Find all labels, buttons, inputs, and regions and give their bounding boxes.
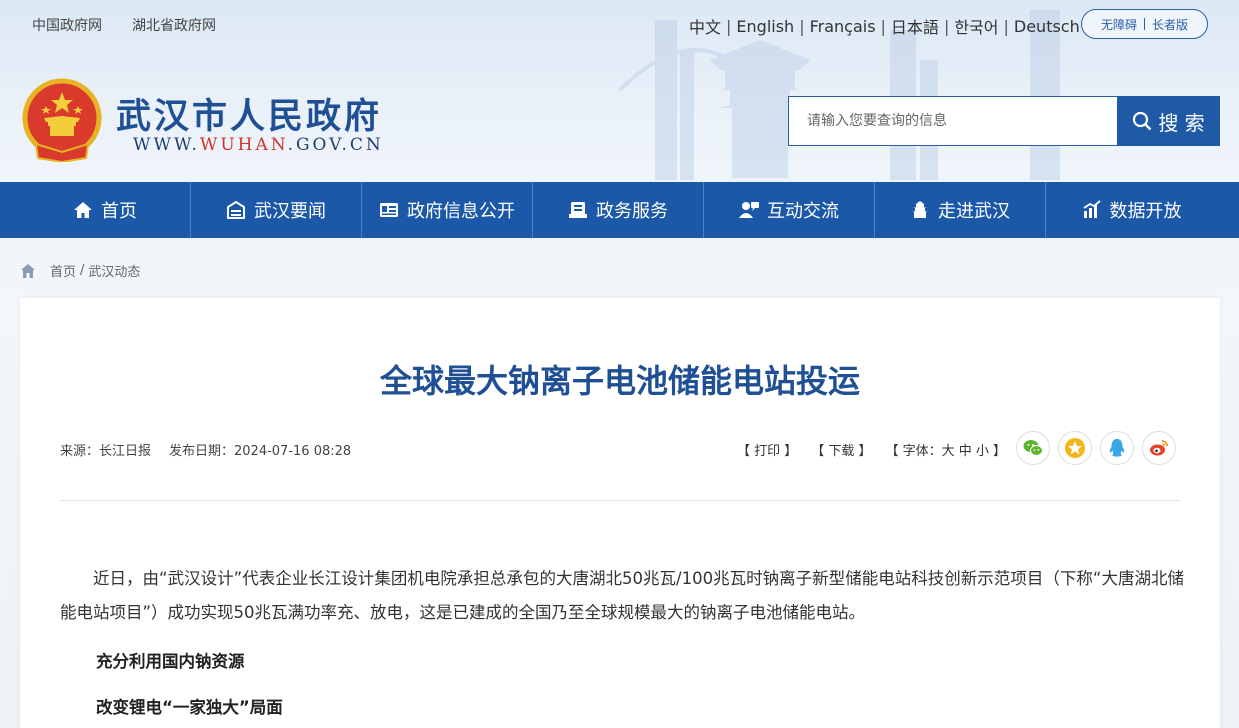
nav-open-data[interactable]: 数据开放 bbox=[1046, 182, 1217, 238]
search-button-label: 搜 索 bbox=[1158, 110, 1205, 135]
site-url: WWW.WUHAN.GOV.CN bbox=[133, 135, 384, 155]
qq-icon bbox=[1109, 439, 1125, 457]
nav-services[interactable]: 政务服务 bbox=[533, 182, 704, 238]
top-links: 中国政府网 湖北省政府网 bbox=[32, 15, 216, 35]
article-tools: 【 打印 】 【 下载 】 【 字体：大 中 小 】 bbox=[737, 440, 1006, 459]
article-subheading: 充分利用国内钠资源 bbox=[96, 652, 245, 671]
nav-news-label: 武汉要闻 bbox=[254, 201, 326, 222]
barrier-free-link[interactable]: 无障碍 bbox=[1101, 16, 1137, 33]
wechat-icon bbox=[1023, 440, 1043, 456]
lang-fr[interactable]: Français bbox=[810, 17, 876, 36]
weibo-icon bbox=[1150, 440, 1168, 456]
nav-about-wuhan[interactable]: 走进武汉 bbox=[875, 182, 1046, 238]
article-subheading: 改变锂电“一家独大”局面 bbox=[96, 698, 283, 717]
search-input[interactable] bbox=[788, 96, 1118, 146]
lang-de[interactable]: Deutsch bbox=[1014, 17, 1080, 36]
search-icon bbox=[1133, 111, 1152, 131]
font-size-control[interactable]: 【 字体：大 中 小 】 bbox=[886, 440, 1007, 459]
print-button[interactable]: 【 打印 】 bbox=[737, 440, 797, 459]
article-meta: 来源：长江日报 发布日期：2024-07-16 08:28 bbox=[60, 440, 351, 459]
nav-about-wuhan-label: 走进武汉 bbox=[938, 201, 1010, 222]
accessibility-toggle: 无障碍 长者版 bbox=[1081, 9, 1208, 39]
share-wechat-button[interactable] bbox=[1016, 431, 1050, 465]
breadcrumb: 首页 / 武汉动态 bbox=[20, 261, 140, 280]
site-header: 中国政府网 湖北省政府网 中文 | English | Français | 日本語 |… bbox=[0, 0, 1239, 182]
nav-services-label: 政务服务 bbox=[596, 201, 668, 222]
link-hubei-gov[interactable]: 湖北省政府网 bbox=[132, 15, 216, 35]
tower-icon bbox=[912, 201, 928, 218]
home-icon bbox=[74, 202, 92, 218]
share-bar bbox=[1016, 431, 1176, 465]
lang-ko[interactable]: 한국어 bbox=[954, 14, 998, 38]
lang-ja[interactable]: 日本語 bbox=[891, 14, 939, 38]
breadcrumb-home[interactable]: 首页 bbox=[50, 261, 76, 280]
lang-en[interactable]: English bbox=[736, 17, 794, 36]
share-favorite-button[interactable] bbox=[1058, 431, 1092, 465]
nav-gov-info[interactable]: 政府信息公开 bbox=[362, 182, 533, 238]
nav-news[interactable]: 武汉要闻 bbox=[191, 182, 362, 238]
nav-gov-info-label: 政府信息公开 bbox=[407, 201, 515, 222]
share-weibo-button[interactable] bbox=[1142, 431, 1176, 465]
interaction-icon bbox=[739, 202, 759, 218]
elder-mode-link[interactable]: 长者版 bbox=[1152, 16, 1188, 33]
favorite-star-icon bbox=[1065, 438, 1085, 458]
share-qq-button[interactable] bbox=[1100, 431, 1134, 465]
site-title[interactable]: 武汉市人民政府 bbox=[116, 88, 382, 139]
nav-interaction[interactable]: 互动交流 bbox=[704, 182, 875, 238]
data-chart-icon bbox=[1083, 200, 1101, 218]
service-icon bbox=[569, 202, 587, 218]
article-date: 发布日期：2024-07-16 08:28 bbox=[169, 444, 352, 459]
language-switcher: 中文 | English | Français | 日本語 | 한국어 | Deutsch bbox=[689, 14, 1080, 38]
main-nav: 首页 武汉要闻 政府信息公开 政务服务 互动交流 走进武汉 数据开放 bbox=[0, 182, 1239, 238]
article-source: 来源：长江日报 bbox=[60, 444, 152, 459]
download-button[interactable]: 【 下载 】 bbox=[811, 440, 871, 459]
nav-home-label: 首页 bbox=[101, 201, 137, 222]
article-card: 全球最大钠离子电池储能电站投运 来源：长江日报 发布日期：2024-07-16 … bbox=[20, 298, 1220, 728]
home-icon bbox=[21, 263, 35, 278]
link-central-gov[interactable]: 中国政府网 bbox=[32, 15, 102, 35]
info-card-icon bbox=[380, 203, 398, 217]
divider bbox=[60, 500, 1180, 501]
search-button[interactable]: 搜 索 bbox=[1117, 96, 1220, 146]
nav-interaction-label: 互动交流 bbox=[767, 201, 839, 222]
nav-home[interactable]: 首页 bbox=[20, 182, 191, 238]
breadcrumb-current[interactable]: 武汉动态 bbox=[88, 261, 140, 280]
national-emblem-icon bbox=[22, 78, 102, 162]
article-paragraph: 近日，由“武汉设计”代表企业长江设计集团机电院承担总承包的大唐湖北50兆瓦/10… bbox=[60, 569, 1184, 622]
news-icon bbox=[227, 200, 245, 219]
article-title: 全球最大钠离子电池储能电站投运 bbox=[379, 362, 860, 400]
lang-zh[interactable]: 中文 bbox=[689, 14, 721, 38]
nav-open-data-label: 数据开放 bbox=[1109, 201, 1182, 222]
